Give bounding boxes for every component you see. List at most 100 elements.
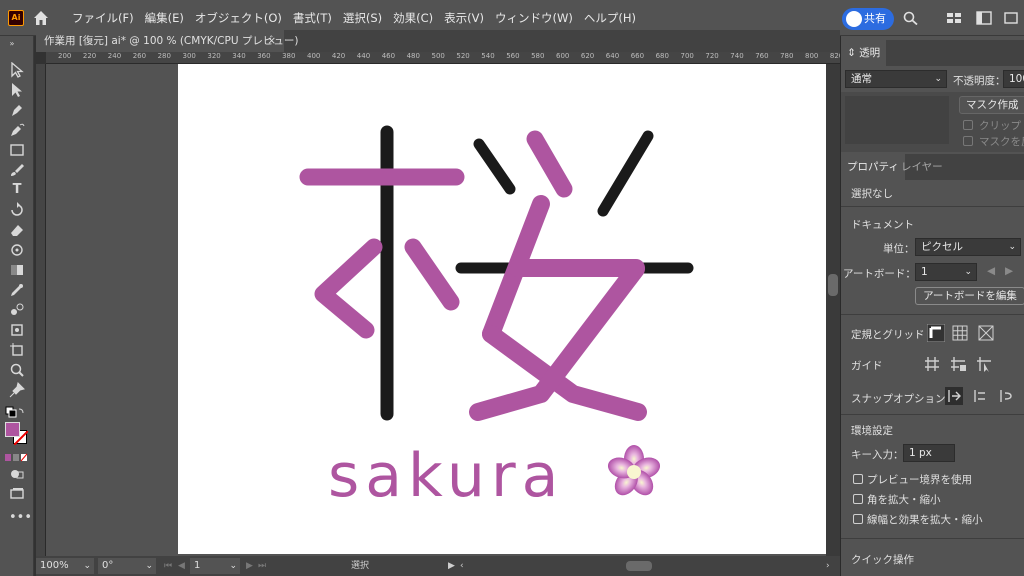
mask-thumbnail <box>845 96 949 144</box>
artboard-tool-icon[interactable] <box>9 342 25 358</box>
zoom-field[interactable]: 100% ⌄ <box>36 558 94 574</box>
workspace-icon[interactable] <box>946 11 962 25</box>
puppet-warp-tool-icon[interactable] <box>9 242 25 258</box>
eraser-tool-icon[interactable] <box>9 222 25 238</box>
artwork[interactable]: sakura <box>178 64 826 554</box>
fill-swatch[interactable] <box>5 422 20 437</box>
more-tools-icon[interactable]: ••• <box>9 510 32 526</box>
blend-mode-select[interactable]: 通常 ⌄ <box>845 70 947 88</box>
last-artboard-icon[interactable]: ⏭ <box>258 558 266 574</box>
scroll-left-icon[interactable]: ‹ <box>460 558 464 574</box>
symbol-sprayer-tool-icon[interactable] <box>9 322 25 338</box>
status-menu-icon[interactable]: ▶ <box>448 558 455 574</box>
next-artboard-arrow-icon[interactable]: ▶ <box>1005 265 1013 277</box>
previous-artboard-icon[interactable]: ◀ <box>178 558 185 574</box>
draw-mode-icon[interactable] <box>9 466 25 482</box>
snap-to-glyph-icon[interactable] <box>997 387 1015 405</box>
artboard-field[interactable]: 1 ⌄ <box>190 558 240 574</box>
scroll-right-icon[interactable]: › <box>826 558 830 574</box>
vertical-scrollbar[interactable] <box>826 64 840 558</box>
make-mask-button[interactable]: マスク作成 <box>959 96 1024 114</box>
scale-corners-checkbox[interactable] <box>853 494 863 504</box>
kanji-stroke-purple[interactable] <box>314 238 383 339</box>
ruler-tick-label: 520 <box>456 52 470 60</box>
preview-bounds-checkbox[interactable] <box>853 474 863 484</box>
fill-stroke-swatches[interactable] <box>5 422 29 446</box>
gradient-tool-icon[interactable] <box>9 262 25 278</box>
rotation-field[interactable]: 0° ⌄ <box>98 558 156 574</box>
next-artboard-icon[interactable]: ▶ <box>246 558 253 574</box>
menu-window[interactable]: ウィンドウ(W) <box>495 10 573 26</box>
unit-select[interactable]: ピクセル ⌄ <box>915 238 1021 256</box>
paintbrush-tool-icon[interactable] <box>9 162 25 178</box>
color-mode-icons[interactable] <box>5 450 27 466</box>
scroll-thumb[interactable] <box>828 274 838 296</box>
kanji-stroke-black[interactable] <box>597 130 654 217</box>
menu-view[interactable]: 表示(V) <box>444 10 484 26</box>
collapse-icon[interactable]: » <box>4 36 20 52</box>
kanji-stroke-purple[interactable] <box>526 130 573 198</box>
share-button[interactable]: 共有 <box>842 8 894 30</box>
previous-artboard-arrow-icon[interactable]: ◀ <box>987 265 995 277</box>
user-icon <box>846 11 862 27</box>
keyboard-increment-input[interactable]: 1 px <box>903 444 955 462</box>
search-icon[interactable] <box>903 11 919 25</box>
scale-strokes-checkbox[interactable] <box>853 514 863 524</box>
guides-icon[interactable] <box>923 355 941 373</box>
search-help-icon[interactable] <box>1004 11 1020 25</box>
opacity-input[interactable]: 100 <box>1003 70 1024 88</box>
zoom-tool-icon[interactable] <box>9 362 25 378</box>
ruler-tick-label: 220 <box>82 52 97 60</box>
menu-type[interactable]: 書式(T) <box>293 10 332 26</box>
transparency-grid-icon[interactable] <box>977 324 995 342</box>
close-tab-icon[interactable]: × <box>267 30 276 52</box>
kanji-stroke-purple[interactable] <box>404 238 460 311</box>
ruler-tick-label: 540 <box>481 52 495 60</box>
curvature-tool-icon[interactable] <box>9 122 25 138</box>
rectangle-tool-icon[interactable] <box>9 142 25 158</box>
menu-help[interactable]: ヘルプ(H) <box>584 10 636 26</box>
home-icon[interactable] <box>32 9 50 27</box>
tab-transparency[interactable]: ⇕ 透明 <box>841 40 887 66</box>
menu-effect[interactable]: 効果(C) <box>393 10 433 26</box>
lock-guides-icon[interactable] <box>949 355 967 373</box>
rotate-tool-icon[interactable] <box>9 202 25 218</box>
blend-tool-icon[interactable] <box>9 302 25 318</box>
chevron-down-icon: ⌄ <box>83 561 91 571</box>
default-colors-icon[interactable] <box>5 406 25 422</box>
arrange-documents-icon[interactable] <box>976 11 992 25</box>
document-tab[interactable]: 作業用 [復元] ai* @ 100 % (CMYK/CPU プレビュー) × <box>36 30 298 52</box>
invert-mask-checkbox[interactable] <box>963 136 973 146</box>
sakura-flower-icon[interactable] <box>605 445 663 500</box>
screen-mode-icon[interactable] <box>9 486 25 502</box>
horizontal-ruler[interactable]: 200 220 240 260 280 300 320 340 360 380 400 420 440 4… <box>46 52 840 64</box>
first-artboard-icon[interactable]: ⏮ <box>164 558 172 574</box>
eyedropper-tool-icon[interactable] <box>9 282 25 298</box>
vertical-ruler[interactable] <box>36 64 46 558</box>
ruler-icon[interactable] <box>927 324 945 342</box>
horizontal-scroll-thumb[interactable] <box>626 561 652 571</box>
menu-object[interactable]: オブジェクト(O) <box>195 10 282 26</box>
logo-wordmark[interactable]: sakura <box>328 441 564 511</box>
canvas[interactable]: sakura <box>46 64 826 558</box>
artboard-select[interactable]: 1 ⌄ <box>915 263 977 281</box>
clip-checkbox[interactable] <box>963 120 973 130</box>
menu-file[interactable]: ファイル(F) <box>72 10 134 26</box>
type-tool-icon[interactable]: T <box>9 182 25 198</box>
direct-selection-tool-icon[interactable] <box>9 82 25 98</box>
edit-artboards-button[interactable]: アートボードを編集 <box>915 287 1024 305</box>
kanji-stroke-black[interactable] <box>473 138 516 195</box>
smart-guides-icon[interactable] <box>975 355 993 373</box>
tab-layers[interactable]: レイヤー <box>895 154 949 180</box>
menu-select[interactable]: 選択(S) <box>343 10 382 26</box>
pen-tool-icon[interactable] <box>9 102 25 118</box>
status-bar: 100% ⌄ 0° ⌄ ⏮ ◀ 1 ⌄ ▶ ⏭ 選択 ▶ ‹ › <box>36 556 840 576</box>
snap-to-pixel-icon[interactable] <box>971 387 989 405</box>
snap-to-point-icon[interactable] <box>945 387 963 405</box>
artboard[interactable]: sakura <box>178 64 826 554</box>
grid-icon[interactable] <box>951 324 969 342</box>
selection-tool-icon[interactable] <box>9 62 25 78</box>
pin-tool-icon[interactable] <box>9 382 25 398</box>
menu-edit[interactable]: 編集(E) <box>145 10 184 26</box>
transparency-title: 透明 <box>859 47 881 59</box>
